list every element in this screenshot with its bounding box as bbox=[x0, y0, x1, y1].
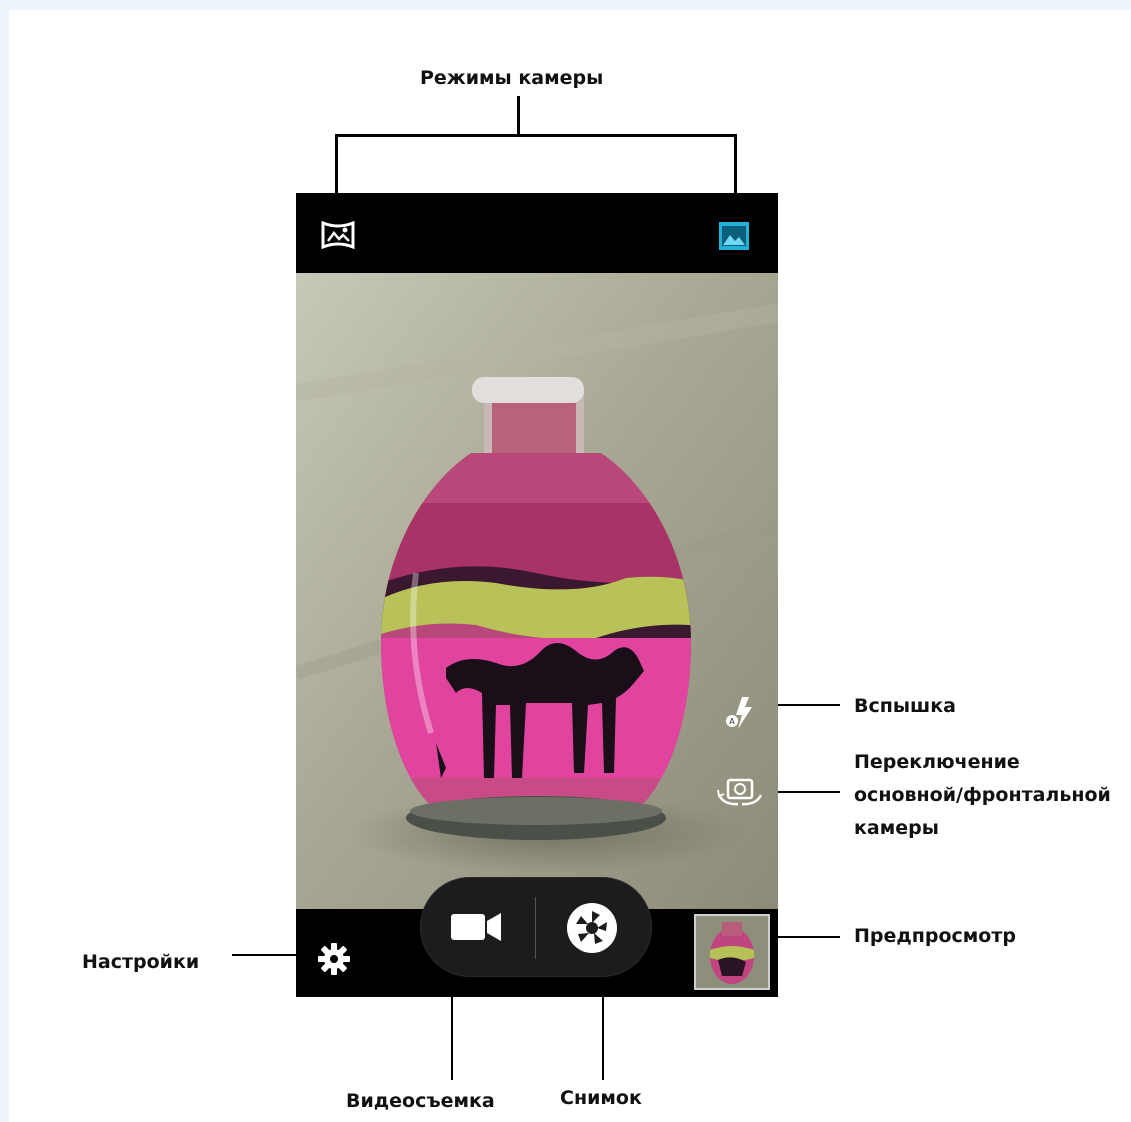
label-shot: Снимок bbox=[560, 1087, 642, 1109]
label-switch-camera-line1: Переключение bbox=[854, 751, 1020, 773]
switch-camera-icon[interactable] bbox=[716, 777, 764, 807]
gear-icon[interactable] bbox=[316, 941, 352, 977]
pointer-settings bbox=[232, 954, 296, 956]
photo-mode-icon[interactable] bbox=[718, 221, 750, 251]
camera-screen: A bbox=[296, 193, 778, 997]
flash-auto-icon[interactable]: A bbox=[722, 693, 762, 733]
pointer-preview bbox=[770, 936, 840, 938]
label-settings: Настройки bbox=[82, 951, 200, 973]
preview-thumbnail-image bbox=[696, 916, 768, 988]
shutter-icon[interactable] bbox=[565, 901, 619, 955]
bracket-right-leg bbox=[734, 134, 737, 196]
pill-divider bbox=[535, 897, 536, 959]
bottle-photo bbox=[296, 273, 778, 909]
bracket-horizontal bbox=[335, 134, 737, 137]
label-switch-camera-line2: основной/фронтальной bbox=[854, 784, 1111, 806]
panorama-icon[interactable] bbox=[320, 221, 356, 249]
page-edge-top bbox=[0, 0, 1131, 10]
video-camera-icon[interactable] bbox=[450, 911, 502, 943]
camera-mode-bar bbox=[296, 193, 778, 273]
capture-controls bbox=[420, 877, 652, 977]
label-preview: Предпросмотр bbox=[854, 925, 1016, 947]
label-video: Видеосъемка bbox=[346, 1090, 495, 1112]
bracket-left-leg bbox=[335, 134, 338, 196]
label-camera-modes: Режимы камеры bbox=[420, 67, 604, 89]
label-flash: Вспышка bbox=[854, 695, 956, 717]
preview-thumbnail[interactable] bbox=[694, 914, 770, 990]
bracket-stem bbox=[517, 96, 520, 136]
flash-auto-letter: A bbox=[729, 717, 735, 726]
label-switch-camera-line3: камеры bbox=[854, 817, 939, 839]
viewfinder-image[interactable] bbox=[296, 273, 778, 909]
page-edge-left bbox=[0, 0, 9, 1122]
